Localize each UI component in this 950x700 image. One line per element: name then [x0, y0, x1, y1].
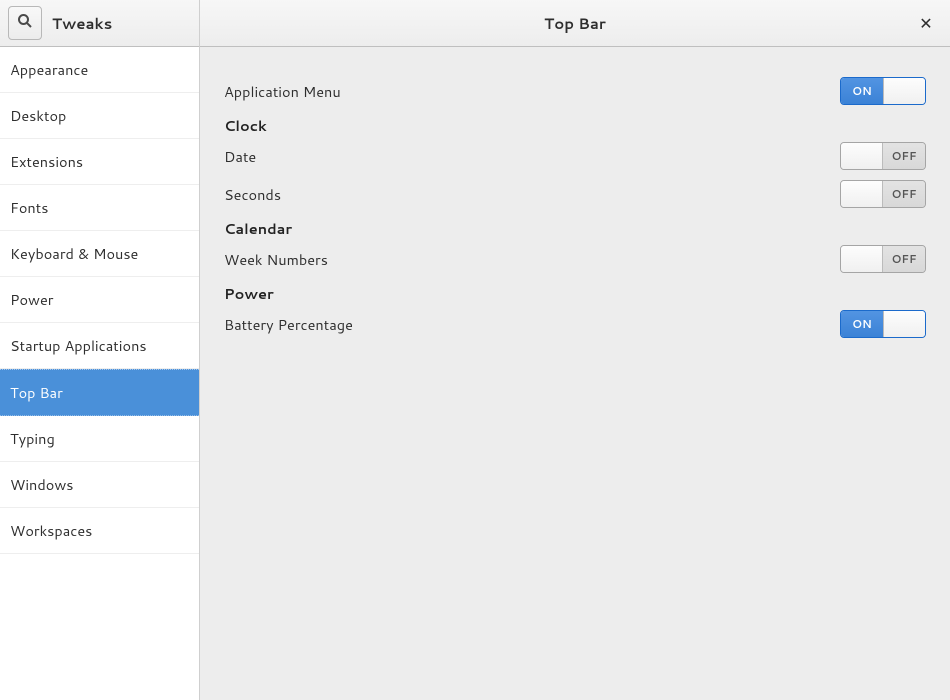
sidebar-item-label: Appearance — [10, 59, 88, 80]
toggle-state-label: OFF — [883, 181, 925, 207]
sidebar-item-desktop[interactable]: Desktop — [0, 93, 199, 139]
toggle-knob — [841, 143, 883, 169]
sidebar-item-keyboard-mouse[interactable]: Keyboard & Mouse — [0, 231, 199, 277]
setting-row: Application Menu ON — [224, 77, 926, 105]
section-heading: Power — [224, 283, 926, 304]
toggle-state-label: ON — [841, 78, 883, 104]
setting-label: Date — [224, 146, 256, 167]
setting-row: Battery Percentage ON — [224, 310, 926, 338]
sidebar: Tweaks Appearance Desktop Extensions Fonts K… — [0, 0, 200, 700]
setting-row: Date OFF — [224, 142, 926, 170]
main-panel: Top Bar ✕ Application Menu ON Clock Date OFF… — [200, 0, 950, 700]
toggle-state-label: OFF — [883, 143, 925, 169]
search-icon — [17, 13, 33, 34]
search-button[interactable] — [8, 6, 42, 40]
toggle-switch[interactable]: ON — [840, 310, 926, 338]
sidebar-item-label: Fonts — [10, 197, 48, 218]
app-title: Tweaks — [52, 13, 112, 34]
sidebar-item-windows[interactable]: Windows — [0, 462, 199, 508]
sidebar-item-top-bar[interactable]: Top Bar — [0, 369, 199, 416]
toggle-knob — [883, 311, 925, 337]
sidebar-item-label: Desktop — [10, 105, 66, 126]
sidebar-item-label: Keyboard & Mouse — [10, 243, 138, 264]
sidebar-header: Tweaks — [0, 0, 199, 47]
toggle-switch[interactable]: OFF — [840, 142, 926, 170]
setting-row: Week Numbers OFF — [224, 245, 926, 273]
sidebar-item-label: Windows — [10, 474, 73, 495]
sidebar-item-extensions[interactable]: Extensions — [0, 139, 199, 185]
sidebar-item-label: Power — [10, 289, 53, 310]
toggle-state-label: ON — [841, 311, 883, 337]
sidebar-item-workspaces[interactable]: Workspaces — [0, 508, 199, 554]
setting-label: Battery Percentage — [224, 314, 353, 335]
toggle-knob — [841, 246, 883, 272]
sidebar-item-power[interactable]: Power — [0, 277, 199, 323]
sidebar-item-label: Extensions — [10, 151, 83, 172]
sidebar-item-label: Workspaces — [10, 520, 92, 541]
setting-row: Seconds OFF — [224, 180, 926, 208]
setting-label: Seconds — [224, 184, 281, 205]
page-title: Top Bar — [544, 13, 606, 34]
section-heading: Calendar — [224, 218, 926, 239]
toggle-switch[interactable]: ON — [840, 77, 926, 105]
sidebar-item-label: Typing — [10, 428, 55, 449]
close-button[interactable]: ✕ — [914, 11, 938, 35]
close-icon: ✕ — [919, 12, 932, 35]
sidebar-item-label: Top Bar — [10, 382, 63, 403]
setting-label: Week Numbers — [224, 249, 328, 270]
toggle-switch[interactable]: OFF — [840, 180, 926, 208]
sidebar-item-label: Startup Applications — [10, 335, 147, 356]
toggle-state-label: OFF — [883, 246, 925, 272]
sidebar-item-typing[interactable]: Typing — [0, 416, 199, 462]
section-heading: Clock — [224, 115, 926, 136]
main-header: Top Bar ✕ — [200, 0, 950, 47]
toggle-knob — [841, 181, 883, 207]
toggle-knob — [883, 78, 925, 104]
sidebar-item-appearance[interactable]: Appearance — [0, 47, 199, 93]
setting-label: Application Menu — [224, 81, 341, 102]
sidebar-list: Appearance Desktop Extensions Fonts Keyboard… — [0, 47, 199, 700]
sidebar-item-startup-applications[interactable]: Startup Applications — [0, 323, 199, 369]
toggle-switch[interactable]: OFF — [840, 245, 926, 273]
content-area: Application Menu ON Clock Date OFF Seconds OFF… — [200, 47, 950, 700]
sidebar-item-fonts[interactable]: Fonts — [0, 185, 199, 231]
